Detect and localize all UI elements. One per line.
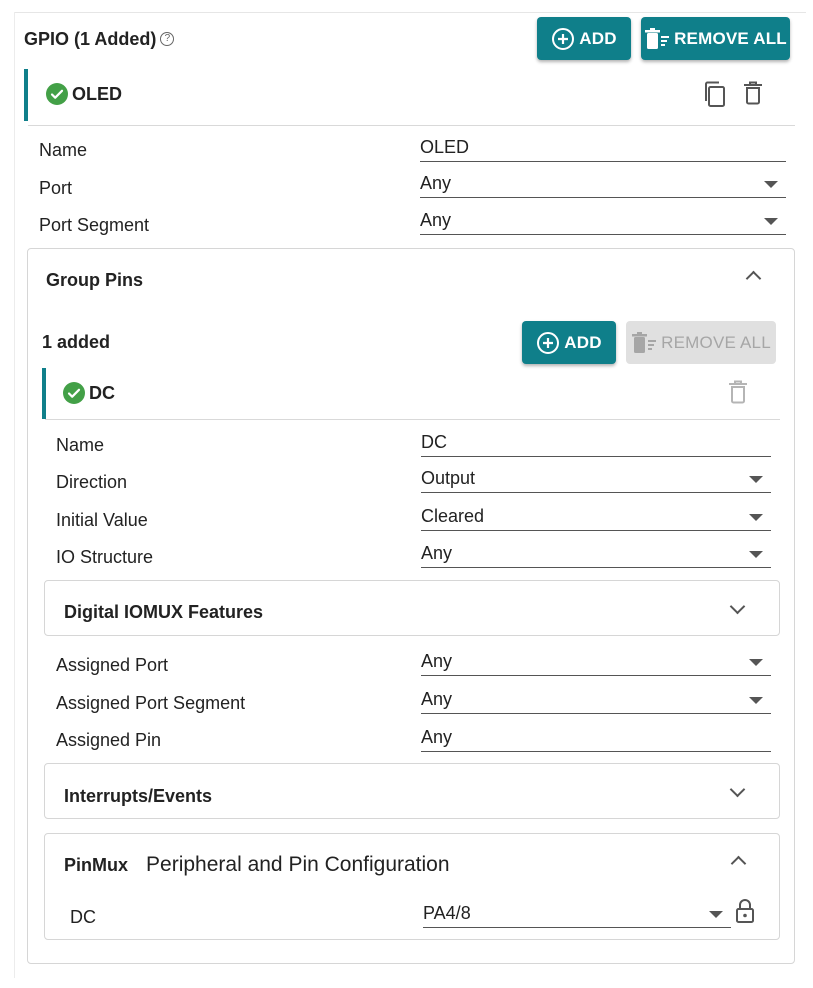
name-input-value: OLED [420,137,470,157]
dropdown-arrow-icon [749,514,763,521]
pin-name-input[interactable]: DC [421,431,771,457]
item-divider [28,125,795,126]
gpio-item-oled[interactable]: OLED [46,83,122,105]
name-input[interactable]: OLED [420,136,786,162]
digital-iomux-title: Digital IOMUX Features [64,602,264,622]
direction-label: Direction [56,472,128,492]
assigned-pin-input-value: Any [421,727,453,747]
copy-icon[interactable] [702,80,728,108]
dropdown-arrow-icon [749,659,763,666]
assigned-port-label: Assigned Port [56,655,169,675]
help-circle-icon[interactable]: ? [160,32,175,47]
section-title-text: GPIO (1 Added) [24,29,157,49]
section-title: GPIO (1 Added)? [24,29,175,50]
remove-all-gpio-button[interactable]: REMOVE ALL [641,17,790,60]
dropdown-arrow-icon [709,911,723,918]
add-gpio-label: ADD [579,28,617,48]
interrupts-title: Interrupts/Events [64,786,213,806]
pinmux-title-bold: PinMux [64,855,129,875]
pin-name-label: Name [56,435,105,455]
port-segment-select[interactable]: Any [420,209,786,235]
pin-item-dc[interactable]: DC [63,382,115,404]
check-circle-icon [46,83,68,105]
left-divider [14,12,15,978]
trash-icon[interactable] [727,380,749,404]
dropdown-arrow-icon [749,697,763,704]
pin-name-input-value: DC [421,432,447,452]
add-pin-button[interactable]: ADD [522,321,616,364]
check-circle-icon [63,382,85,404]
initial-value-select-value: Cleared [421,506,485,526]
top-divider [14,12,806,13]
assigned-port-segment-select[interactable]: Any [421,688,771,714]
add-circle-icon [537,331,560,354]
dropdown-arrow-icon [764,218,778,225]
group-pins-title: Group Pins [46,270,144,290]
port-select-value: Any [420,173,452,193]
assigned-port-select[interactable]: Any [421,650,771,676]
dropdown-arrow-icon [749,476,763,483]
remove-all-pins-label: REMOVE ALL [661,332,771,352]
assigned-port-select-value: Any [421,651,453,671]
pin-accent-bar [42,368,46,419]
direction-select-value: Output [421,468,476,488]
initial-value-label: Initial Value [56,510,148,530]
io-structure-select-value: Any [421,543,453,563]
assigned-pin-label: Assigned Pin [56,730,162,750]
pin-divider [45,419,780,420]
pinmux-pin-select[interactable]: PA4/8 [423,902,731,928]
trash-icon[interactable] [742,81,764,105]
add-pin-label: ADD [564,332,602,352]
io-structure-label: IO Structure [56,547,154,567]
pinmux-header: PinMux Peripheral and Pin Configuration [64,853,450,877]
pin-item-name: DC [89,382,115,403]
lock-icon[interactable] [735,898,755,924]
remove-all-pins-button[interactable]: REMOVE ALL [626,321,776,364]
direction-select[interactable]: Output [421,467,771,493]
item-accent-bar [24,69,28,121]
add-gpio-button[interactable]: ADD [537,17,631,60]
remove-all-gpio-label: REMOVE ALL [674,28,787,48]
gpio-item-name: OLED [72,83,123,104]
add-circle-icon [552,27,575,50]
dropdown-arrow-icon [749,551,763,558]
dropdown-arrow-icon [764,181,778,188]
io-structure-select[interactable]: Any [421,542,771,568]
port-segment-select-value: Any [420,210,452,230]
assigned-port-segment-select-value: Any [421,689,453,709]
assigned-pin-input[interactable]: Any [421,726,771,752]
pinmux-pin-select-value: PA4/8 [423,903,471,923]
name-label: Name [39,140,88,160]
assigned-port-segment-label: Assigned Port Segment [56,693,246,713]
port-label: Port [39,178,73,198]
port-select[interactable]: Any [420,172,786,198]
port-segment-label: Port Segment [39,215,150,235]
remove-all-icon [645,27,670,49]
initial-value-select[interactable]: Cleared [421,505,771,531]
remove-all-icon [632,331,657,353]
group-pins-count: 1 added [42,332,111,352]
pinmux-title: Peripheral and Pin Configuration [146,853,450,876]
pinmux-row-label: DC [70,907,96,927]
